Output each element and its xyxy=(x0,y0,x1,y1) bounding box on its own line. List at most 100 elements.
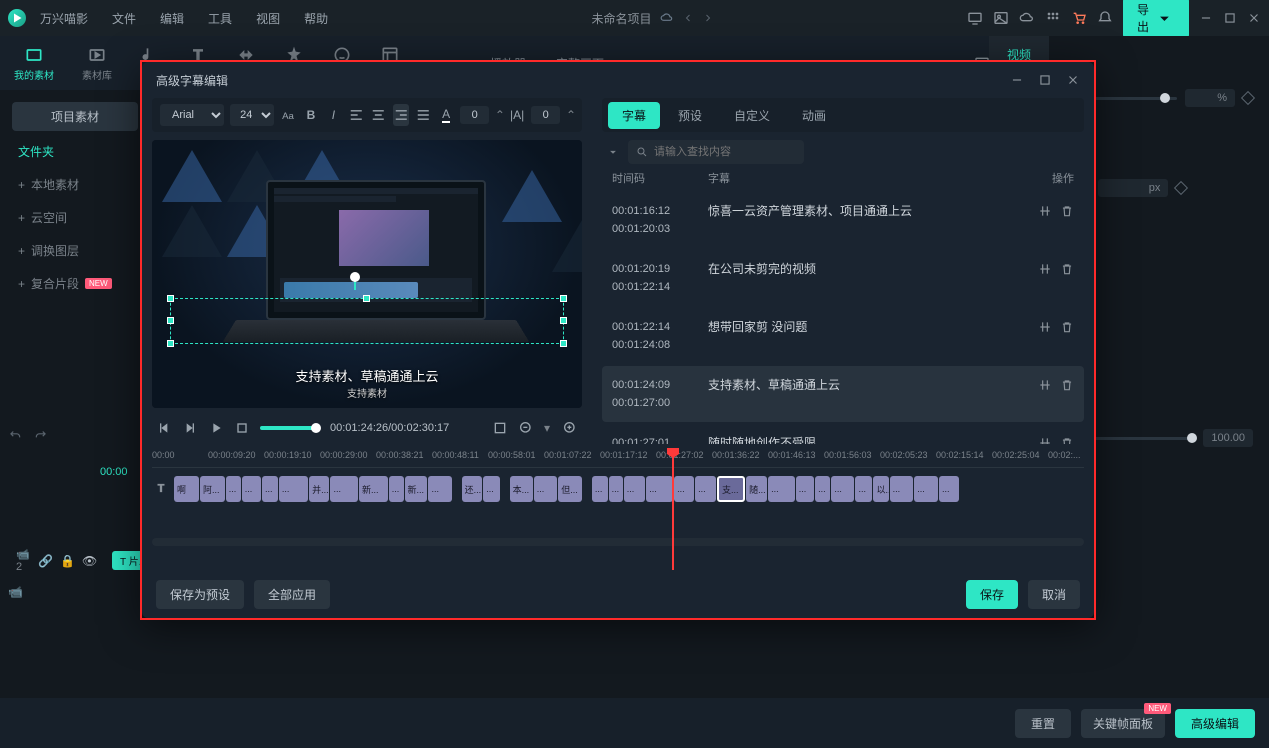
subtitle-clip[interactable]: 本... xyxy=(510,476,533,502)
subtitle-clip[interactable]: 以... xyxy=(873,476,888,502)
subtitle-clip[interactable]: ... xyxy=(914,476,938,502)
row-text[interactable]: 随时随地创作不受限 xyxy=(708,434,1022,444)
subtitle-bounding-box[interactable] xyxy=(170,298,564,344)
track-video2-icon[interactable]: 📹2 xyxy=(8,544,28,577)
menu-view[interactable]: 视图 xyxy=(246,6,290,31)
zoom-out-icon[interactable] xyxy=(518,420,534,436)
align-right-icon[interactable] xyxy=(393,104,410,126)
subtitle-clip[interactable]: 支... xyxy=(717,476,745,502)
menu-file[interactable]: 文件 xyxy=(102,6,146,31)
subtitle-clip[interactable]: ... xyxy=(890,476,914,502)
y-value[interactable]: px xyxy=(1098,179,1168,197)
modal-minimize-icon[interactable] xyxy=(1010,73,1024,87)
line-height-value[interactable]: 0 xyxy=(531,106,560,124)
subtitle-clip[interactable]: ... xyxy=(262,476,278,502)
lock-icon[interactable]: 🔒 xyxy=(60,554,72,568)
keyframe-diamond-icon[interactable] xyxy=(1241,91,1255,105)
subtitle-clip[interactable]: ... xyxy=(428,476,451,502)
subtitle-clip[interactable]: ... xyxy=(831,476,854,502)
align-center-icon[interactable] xyxy=(370,104,387,126)
subtitle-row[interactable]: 00:01:16:1200:01:20:03 惊喜一云资产管理素材、项目通通上云 xyxy=(602,192,1084,248)
save-button[interactable]: 保存 xyxy=(966,580,1018,609)
case-icon[interactable]: Aa xyxy=(280,104,297,126)
track-video1-icon[interactable]: 📹 xyxy=(8,585,20,599)
subtitle-clip[interactable]: ... xyxy=(646,476,673,502)
stop-icon[interactable] xyxy=(234,420,250,436)
italic-icon[interactable]: I xyxy=(325,104,342,126)
row-text[interactable]: 惊喜一云资产管理素材、项目通通上云 xyxy=(708,202,1022,219)
sidebar-local[interactable]: +本地素材 xyxy=(0,168,150,201)
split-icon[interactable] xyxy=(1038,378,1052,392)
delete-icon[interactable] xyxy=(1060,262,1074,276)
cart-icon[interactable] xyxy=(1071,10,1087,26)
next-frame-icon[interactable] xyxy=(182,420,198,436)
save-as-preset-button[interactable]: 保存为预设 xyxy=(156,580,244,609)
row-text[interactable]: 支持素材、草稿通通上云 xyxy=(708,376,1022,393)
volume-slider[interactable] xyxy=(260,426,316,430)
cloud-icon[interactable] xyxy=(660,11,674,25)
subtitle-clip[interactable]: 随... xyxy=(746,476,767,502)
subtitle-clip[interactable]: ... xyxy=(815,476,830,502)
split-icon[interactable] xyxy=(1038,320,1052,334)
subtitle-clip[interactable]: ... xyxy=(226,476,241,502)
zoom-in-icon[interactable] xyxy=(562,420,578,436)
sidebar-compound[interactable]: +复合片段NEW xyxy=(0,267,150,300)
playhead[interactable] xyxy=(672,450,674,570)
keyframe-panel-button[interactable]: 关键帧面板NEW xyxy=(1081,709,1165,738)
subtitle-clip[interactable]: ... xyxy=(242,476,261,502)
subtitle-clip[interactable]: ... xyxy=(939,476,959,502)
subtitle-row[interactable]: 00:01:22:1400:01:24:08 想带回家剪 没问题 xyxy=(602,308,1084,364)
subtitle-clip[interactable]: ... xyxy=(624,476,645,502)
spacing-value[interactable]: 0 xyxy=(460,106,489,124)
link-icon[interactable]: 🔗 xyxy=(38,554,50,568)
subtitle-clip[interactable]: ... xyxy=(279,476,308,502)
subtitle-clip[interactable]: ... xyxy=(330,476,357,502)
subtitle-row[interactable]: 00:01:27:01 随时随地创作不受限 xyxy=(602,424,1084,444)
delete-icon[interactable] xyxy=(1060,204,1074,218)
apps-icon[interactable] xyxy=(1045,10,1061,26)
advanced-edit-button[interactable]: 高级编辑 xyxy=(1175,709,1255,738)
redo-icon[interactable] xyxy=(34,428,48,442)
subtitle-clip[interactable]: 新... xyxy=(359,476,388,502)
image-icon[interactable] xyxy=(993,10,1009,26)
row-text[interactable]: 在公司未剪完的视频 xyxy=(708,260,1022,277)
tab-presets[interactable]: 预设 xyxy=(664,102,716,129)
subtitle-clip[interactable]: 新... xyxy=(405,476,428,502)
subtitle-clip[interactable]: ... xyxy=(389,476,404,502)
project-media-button[interactable]: 项目素材 xyxy=(12,102,138,131)
align-left-icon[interactable] xyxy=(348,104,365,126)
split-icon[interactable] xyxy=(1038,204,1052,218)
menu-edit[interactable]: 编辑 xyxy=(150,6,194,31)
timeline-scrollbar[interactable] xyxy=(152,538,1084,546)
subtitle-clip[interactable]: 并... xyxy=(309,476,329,502)
maximize-icon[interactable] xyxy=(1223,11,1237,25)
subtitle-clip[interactable]: ... xyxy=(796,476,814,502)
subtitle-clip[interactable]: 啊 xyxy=(174,476,199,502)
opacity-value[interactable]: 100.00 xyxy=(1203,429,1253,447)
split-icon[interactable] xyxy=(1038,436,1052,444)
subtitle-clip[interactable]: 阿... xyxy=(200,476,225,502)
cloud-sync-icon[interactable] xyxy=(1019,10,1035,26)
font-size-select[interactable]: 24 xyxy=(230,104,274,126)
bold-icon[interactable]: B xyxy=(303,104,320,126)
export-button[interactable]: 导出 xyxy=(1123,0,1189,39)
sidebar-cloud[interactable]: +云空间 xyxy=(0,201,150,234)
subtitle-search-input[interactable] xyxy=(628,140,804,164)
subtitle-clip[interactable]: ... xyxy=(855,476,872,502)
minimize-icon[interactable] xyxy=(1199,11,1213,25)
subtitle-preview[interactable]: 支持素材、草稿通通上云 支持素材 xyxy=(152,140,582,408)
modal-timeline[interactable]: 00:0000:00:09:2000:00:19:1000:00:29:0000… xyxy=(152,450,1084,570)
subtitle-clip[interactable]: ... xyxy=(592,476,608,502)
sidebar-folder[interactable]: 文件夹 xyxy=(0,135,150,168)
delete-icon[interactable] xyxy=(1060,320,1074,334)
eye-icon[interactable]: 👁 xyxy=(82,554,94,568)
subtitle-clip[interactable]: ... xyxy=(695,476,716,502)
subtitle-clip[interactable]: ... xyxy=(674,476,694,502)
tab-subtitles[interactable]: 字幕 xyxy=(608,102,660,129)
notif-icon[interactable] xyxy=(1097,10,1113,26)
menu-tools[interactable]: 工具 xyxy=(198,6,242,31)
subtitle-clip[interactable]: ... xyxy=(609,476,623,502)
split-icon[interactable] xyxy=(1038,262,1052,276)
close-icon[interactable] xyxy=(1247,11,1261,25)
undo-icon[interactable] xyxy=(8,428,22,442)
